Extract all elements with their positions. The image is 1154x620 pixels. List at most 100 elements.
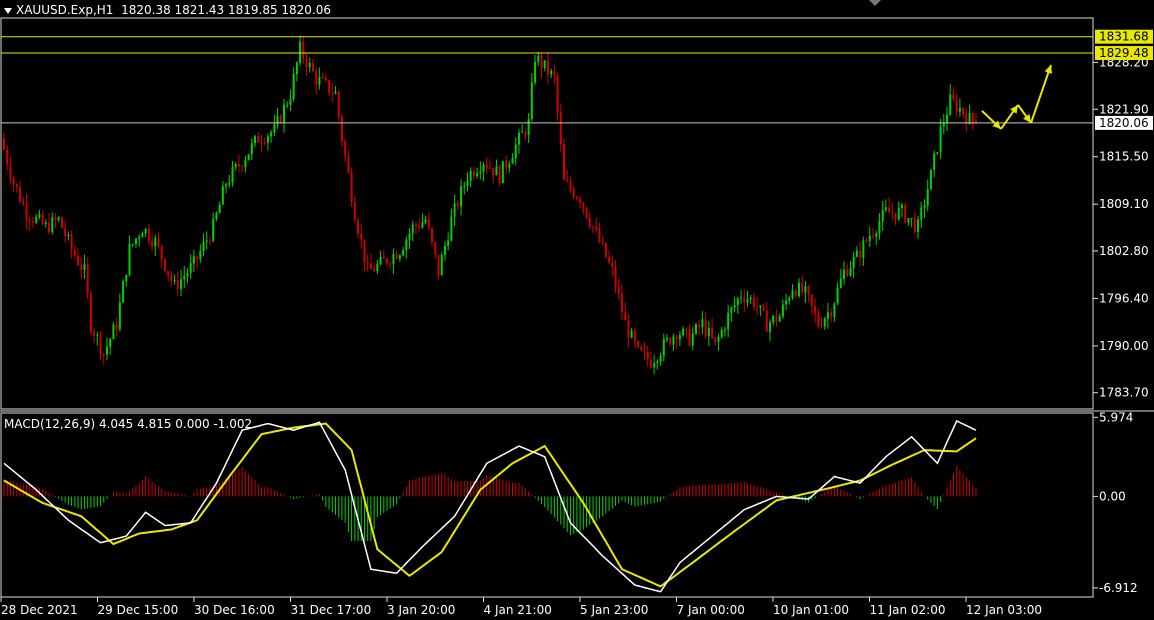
candle-body xyxy=(151,241,154,247)
candle-body xyxy=(495,166,498,176)
candle-body xyxy=(283,104,286,123)
candle-body xyxy=(299,41,302,63)
candle-body xyxy=(685,328,688,330)
candle-body xyxy=(25,203,28,220)
chart-title[interactable]: XAUUSD.Exp,H1 1820.38 1821.43 1819.85 18… xyxy=(4,3,331,17)
candle-body xyxy=(392,253,395,265)
candle-body xyxy=(588,217,591,227)
candle-body xyxy=(604,242,607,258)
candle-body xyxy=(234,163,237,168)
macd-tick-label: -6.912 xyxy=(1099,581,1138,595)
candle-body xyxy=(952,94,955,100)
candle-body xyxy=(402,250,405,256)
candle-body xyxy=(823,318,826,327)
candle-body xyxy=(797,282,800,297)
candle-body xyxy=(643,350,646,352)
candle-body xyxy=(855,250,858,257)
candle-body xyxy=(38,214,41,218)
candle-body xyxy=(694,324,697,334)
candle-body xyxy=(263,142,266,144)
candle-body xyxy=(469,170,472,181)
candle-body xyxy=(563,144,566,180)
candle-body xyxy=(701,319,704,328)
candle-body xyxy=(521,131,524,133)
candle-body xyxy=(105,346,108,355)
candle-body xyxy=(955,99,958,112)
candle-body xyxy=(305,57,308,68)
candle-body xyxy=(80,264,83,270)
candle-body xyxy=(707,327,710,336)
candle-body xyxy=(501,161,504,184)
candle-body xyxy=(575,197,578,199)
candle-body xyxy=(279,116,282,123)
candle-body xyxy=(93,331,96,336)
candle-body xyxy=(620,293,623,313)
candle-body xyxy=(41,214,44,224)
dropdown-triangle-icon[interactable] xyxy=(4,7,12,14)
candle-body xyxy=(920,207,923,220)
candle-body xyxy=(534,61,537,83)
candle-body xyxy=(15,184,18,188)
candle-body xyxy=(569,180,572,190)
candle-body xyxy=(456,203,459,207)
candle-body xyxy=(427,219,430,229)
candle-body xyxy=(778,316,781,322)
candle-body xyxy=(872,235,875,237)
candle-body xyxy=(237,163,240,167)
candle-body xyxy=(720,329,723,338)
candle-body xyxy=(794,290,797,297)
candle-body xyxy=(353,201,356,221)
candle-body xyxy=(884,207,887,210)
time-tick-label: 10 Jan 01:00 xyxy=(773,603,849,617)
chart-canvas: 1828.201821.901815.501809.101802.801796.… xyxy=(0,0,1154,620)
candle-body xyxy=(675,336,678,340)
candle-body xyxy=(862,240,865,258)
candle-body xyxy=(254,136,257,144)
candle-body xyxy=(405,239,408,251)
candle-body xyxy=(669,337,672,345)
candle-body xyxy=(711,327,714,338)
time-tick-label: 28 Dec 2021 xyxy=(1,603,78,617)
candle-body xyxy=(424,219,427,223)
candle-body xyxy=(250,143,253,155)
candle-body xyxy=(843,269,846,279)
candle-body xyxy=(814,306,817,314)
candle-body xyxy=(360,233,363,240)
candle-body xyxy=(769,322,772,332)
candle-body xyxy=(958,107,961,112)
candle-body xyxy=(727,312,730,330)
candle-body xyxy=(601,242,604,244)
candle-body xyxy=(273,124,276,133)
candle-body xyxy=(579,198,582,203)
candle-body xyxy=(875,233,878,237)
candle-body xyxy=(582,202,585,208)
candle-body xyxy=(926,189,929,206)
candle-body xyxy=(189,263,192,274)
candle-body xyxy=(308,62,311,68)
candle-body xyxy=(746,299,749,303)
candle-body xyxy=(714,337,717,342)
candle-body xyxy=(12,178,15,185)
candle-body xyxy=(888,207,891,213)
candle-body xyxy=(328,79,331,93)
candle-body xyxy=(170,274,173,281)
candle-body xyxy=(440,255,443,276)
candle-body xyxy=(289,99,292,105)
candle-body xyxy=(971,113,974,124)
candle-body xyxy=(653,363,656,368)
candle-body xyxy=(595,227,598,230)
candle-body xyxy=(54,217,57,220)
candle-body xyxy=(788,298,791,301)
price-tick-label: 1790.00 xyxy=(1099,339,1149,353)
candle-body xyxy=(733,305,736,308)
candle-body xyxy=(476,173,479,177)
candle-body xyxy=(543,60,546,69)
candle-body xyxy=(215,213,218,220)
candle-body xyxy=(765,310,768,332)
candle-body xyxy=(472,170,475,177)
bid-label: 1820.06 xyxy=(1099,116,1149,130)
candle-body xyxy=(73,249,76,256)
candle-body xyxy=(608,257,611,263)
candle-body xyxy=(357,220,360,234)
candle-body xyxy=(60,217,63,229)
